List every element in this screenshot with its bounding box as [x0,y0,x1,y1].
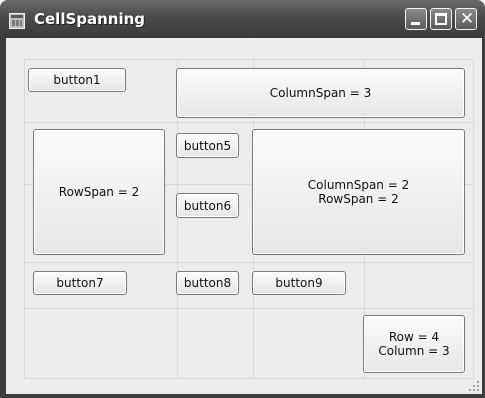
close-button[interactable]: ✕ [455,8,477,30]
button1-label: button1 [53,73,101,87]
client-area: button1 ColumnSpan = 3 RowSpan = 2 butto… [6,38,482,394]
button1[interactable]: button1 [28,68,126,92]
rowspan-2-label: RowSpan = 2 [58,185,140,199]
columnspan-3-label: ColumnSpan = 3 [269,86,372,100]
maximize-button[interactable] [430,8,452,30]
button8[interactable]: button8 [176,271,239,295]
button9[interactable]: button9 [252,271,346,295]
window-title: CellSpanning [34,10,146,28]
title-bar[interactable]: CellSpanning ✕ [0,0,485,38]
row4-line: Row = 4 [388,330,440,344]
button6-label: button6 [183,198,232,213]
app-window: CellSpanning ✕ button1 ColumnSpan = 3 Ro… [0,0,485,398]
row4-column3-button[interactable]: Row = 4 Column = 3 [363,315,465,373]
maximize-icon [435,13,447,25]
column3-line: Column = 3 [378,344,450,358]
columnspan-2-rowspan-2-button[interactable]: ColumnSpan = 2 RowSpan = 2 [252,129,465,255]
button7[interactable]: button7 [33,271,127,295]
columnspan-2-line: ColumnSpan = 2 [307,178,410,192]
minimize-icon [411,22,420,25]
button8-label: button8 [183,276,232,290]
columnspan-3-button[interactable]: ColumnSpan = 3 [176,68,465,118]
app-window-icon[interactable] [9,13,25,29]
row4-column3-label: Row = 4 Column = 3 [378,330,449,358]
button9-label: button9 [275,276,323,290]
resize-grip-icon[interactable] [468,380,480,392]
grid-cell [178,309,254,378]
grid-cell [25,309,178,378]
columnspan-2-rowspan-2-label: ColumnSpan = 2 RowSpan = 2 [308,178,409,206]
button7-label: button7 [56,276,104,290]
button5-label: button5 [183,138,232,153]
grid-cell [254,309,365,378]
button5[interactable]: button5 [176,133,239,158]
minimize-button[interactable] [405,8,427,30]
button6[interactable]: button6 [176,193,239,218]
rowspan-2-line: RowSpan = 2 [318,192,399,206]
grid-cell [365,263,473,309]
close-icon: ✕ [459,9,475,29]
rowspan-2-button[interactable]: RowSpan = 2 [33,129,165,255]
